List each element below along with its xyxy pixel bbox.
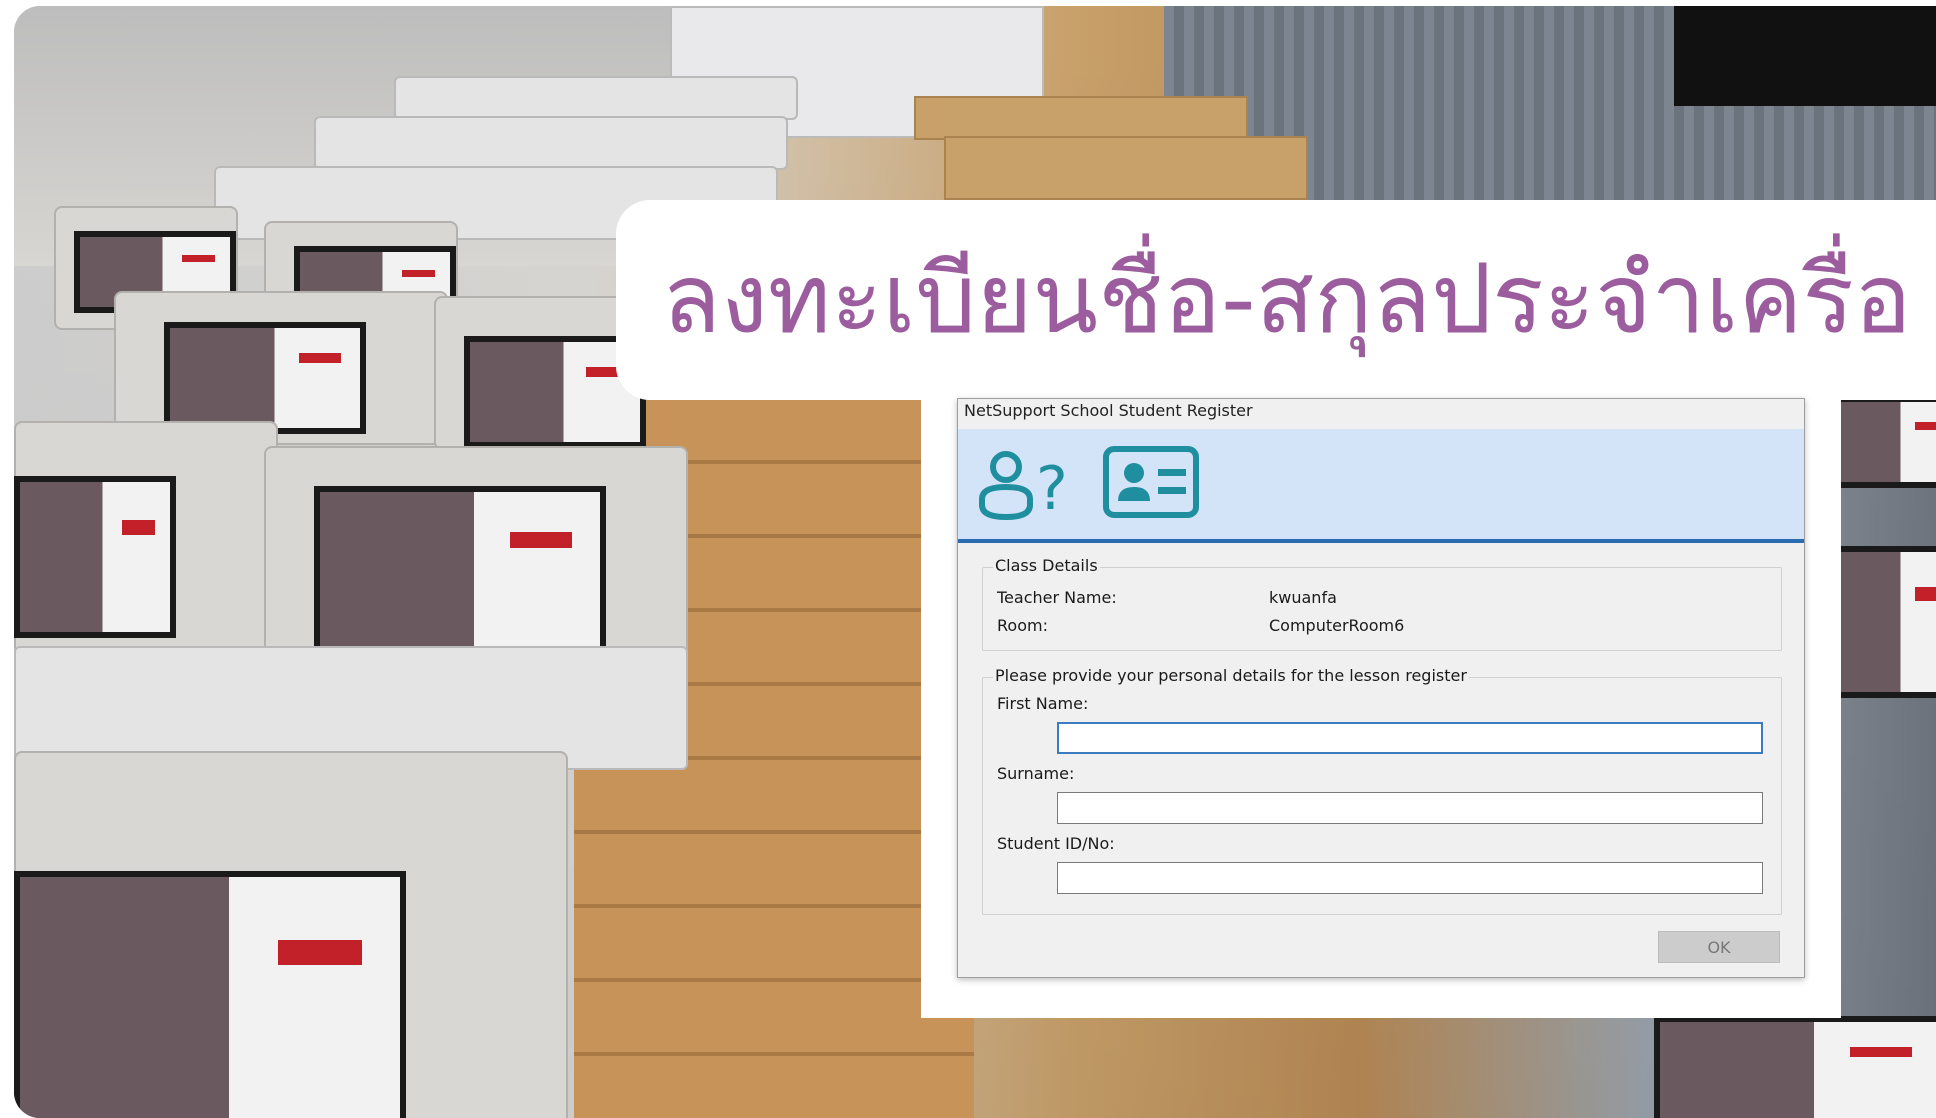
first-name-label: First Name: [997, 694, 1089, 713]
personal-details-group: Please provide your personal details for… [982, 666, 1782, 915]
student-register-dialog: NetSupport School Student Register ? Cla… [957, 398, 1805, 978]
banner-title: ลงทะเบียนชื่อ-สกุลประจำเครื่อ [662, 243, 1912, 355]
computer-monitor [1834, 546, 1936, 698]
class-details-title: Class Details [993, 556, 1100, 575]
id-card-icon [1102, 443, 1202, 527]
surname-input[interactable] [1057, 792, 1763, 824]
teacher-name-value: kwuanfa [1269, 588, 1337, 607]
surname-label: Surname: [997, 764, 1075, 783]
desk-row [394, 76, 798, 120]
dialog-title: NetSupport School Student Register [964, 401, 1253, 420]
ok-button[interactable]: OK [1658, 931, 1780, 963]
room-label: Room: [997, 616, 1048, 635]
computer-monitor [14, 871, 406, 1118]
svg-text:?: ? [1036, 454, 1068, 523]
computer-monitor [1834, 396, 1936, 488]
desk-row [914, 96, 1248, 140]
computer-monitor [164, 322, 366, 434]
student-id-label: Student ID/No: [997, 834, 1115, 853]
class-details-group: Class Details Teacher Name: kwuanfa Room… [982, 556, 1782, 651]
user-question-icon: ? [976, 443, 1076, 527]
first-name-input[interactable] [1057, 722, 1763, 754]
dialog-header: ? [958, 429, 1804, 543]
computer-monitor [314, 486, 606, 658]
desk-row [944, 136, 1308, 200]
computer-monitor [14, 476, 176, 638]
computer-monitor [1654, 1016, 1936, 1118]
room-value: ComputerRoom6 [1269, 616, 1405, 635]
wall-tv [1674, 6, 1936, 106]
teacher-name-label: Teacher Name: [997, 588, 1117, 607]
dialog-screenshot-frame: NetSupport School Student Register ? Cla… [921, 398, 1841, 1018]
student-id-input[interactable] [1057, 862, 1763, 894]
title-banner: ลงทะเบียนชื่อ-สกุลประจำเครื่อ [616, 200, 1936, 400]
desk-row [314, 116, 788, 170]
personal-details-title: Please provide your personal details for… [993, 666, 1469, 685]
